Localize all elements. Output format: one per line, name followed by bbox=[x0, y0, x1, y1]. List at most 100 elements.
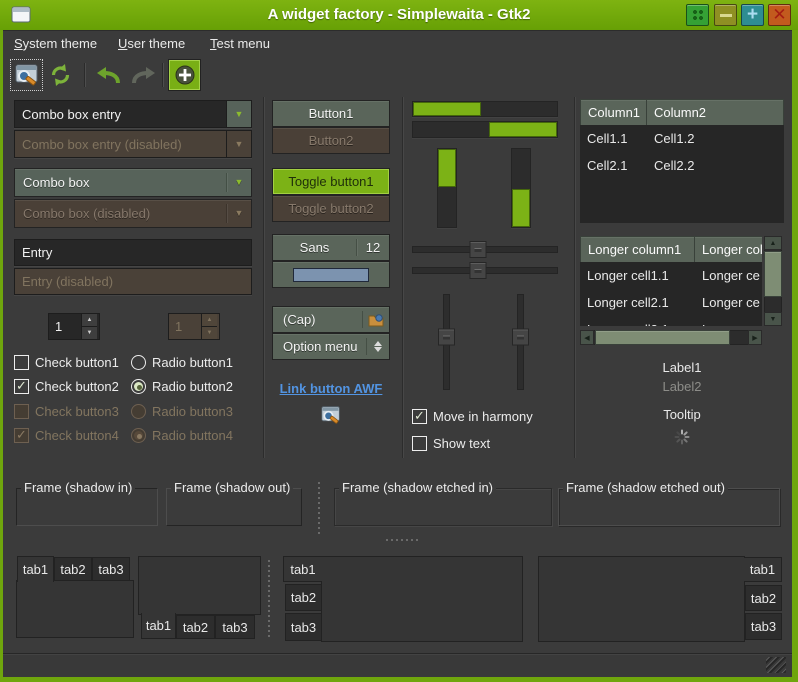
table-row[interactable]: Cell2.1 Cell2.2 bbox=[580, 152, 784, 179]
spin-down-button: ▼ bbox=[202, 326, 217, 339]
tab-bottom-2[interactable]: tab2 bbox=[176, 615, 215, 639]
combo-box-disabled: Combo box (disabled) ▼ bbox=[14, 199, 252, 228]
combo-box-entry[interactable]: ▼ bbox=[14, 100, 252, 128]
resize-grip[interactable] bbox=[766, 657, 786, 673]
statusbar bbox=[3, 653, 792, 677]
tab-right-2[interactable]: tab2 bbox=[745, 585, 782, 611]
widget-factory-toolbar-button[interactable] bbox=[10, 59, 43, 91]
tree2-header: Longer column1 Longer col bbox=[580, 236, 762, 263]
entry[interactable] bbox=[14, 239, 252, 266]
column-separator bbox=[263, 97, 264, 458]
radio-icon bbox=[131, 355, 146, 370]
radio-checked-icon bbox=[131, 379, 146, 394]
tab-bottom-3[interactable]: tab3 bbox=[215, 615, 255, 639]
option-menu[interactable]: Option menu bbox=[272, 333, 390, 360]
titlebar[interactable]: A widget factory - Simplewaita - Gtk2 + … bbox=[0, 0, 798, 30]
vertical-progress-bar-2 bbox=[511, 148, 531, 228]
vscale-2[interactable] bbox=[512, 294, 529, 390]
radio-button-3-disabled: Radio button3 bbox=[131, 403, 233, 420]
show-text-check[interactable]: Show text bbox=[412, 435, 490, 452]
tab-top-3[interactable]: tab3 bbox=[92, 557, 130, 581]
vertical-scrollbar-thumb[interactable] bbox=[764, 251, 782, 297]
cap-button[interactable]: (Cap) bbox=[272, 306, 390, 333]
table-row[interactable]: Longer cell2.1 Longer ce bbox=[580, 289, 762, 316]
maximize-button[interactable]: + bbox=[741, 4, 764, 26]
color-swatch bbox=[293, 268, 369, 282]
widget-factory-small-icon[interactable] bbox=[320, 405, 342, 428]
scroll-right-button[interactable]: ▶ bbox=[748, 330, 762, 345]
toggle-button1[interactable]: Toggle button1 bbox=[272, 168, 390, 195]
tree1-column1-header[interactable]: Column1 bbox=[580, 99, 647, 126]
combo-box-entry-disabled: ▼ bbox=[14, 130, 252, 158]
tab-right-3[interactable]: tab3 bbox=[745, 613, 782, 640]
horizontal-scrollbar-thumb[interactable] bbox=[595, 330, 730, 345]
column-separator bbox=[402, 97, 403, 458]
combo-box-entry-dropdown-button[interactable]: ▼ bbox=[226, 101, 251, 127]
scroll-left-icon: ◀ bbox=[584, 334, 589, 342]
spin-down-button[interactable]: ▼ bbox=[82, 326, 97, 339]
tab-right-1[interactable]: tab1 bbox=[744, 557, 782, 582]
check-button-1[interactable]: Check button1 bbox=[14, 354, 119, 371]
tree1-body[interactable]: Cell1.1 Cell1.2 Cell2.1 Cell2.2 bbox=[580, 125, 784, 223]
combo-box-entry-disabled-dropdown-button: ▼ bbox=[226, 131, 251, 157]
combo-box-entry-input[interactable] bbox=[15, 101, 226, 127]
check-button-2[interactable]: ✓Check button2 bbox=[14, 378, 119, 395]
tab-bottom-1[interactable]: tab1 bbox=[141, 613, 176, 639]
menu-system-theme[interactable]: System theme bbox=[8, 31, 103, 58]
progress-bar-2-rtl bbox=[412, 121, 558, 138]
radio-button-2[interactable]: Radio button2 bbox=[131, 378, 233, 395]
table-row[interactable]: Cell1.1 Cell1.2 bbox=[580, 125, 784, 152]
close-button[interactable]: ✕ bbox=[768, 4, 791, 26]
window-menu-button[interactable] bbox=[686, 4, 709, 26]
toolbar-separator bbox=[84, 63, 85, 87]
tab-top-2[interactable]: tab2 bbox=[54, 557, 92, 581]
vscale-1[interactable] bbox=[438, 294, 455, 390]
tree2-column2-header[interactable]: Longer col bbox=[695, 236, 762, 263]
color-button[interactable] bbox=[272, 261, 390, 288]
progress-fill bbox=[512, 189, 530, 227]
refresh-toolbar-button[interactable] bbox=[44, 59, 77, 91]
move-in-harmony-check[interactable]: ✓ Move in harmony bbox=[412, 408, 533, 425]
tab-left-2[interactable]: tab2 bbox=[285, 584, 322, 611]
hscale-1[interactable] bbox=[412, 241, 558, 258]
font-button[interactable]: Sans 12 bbox=[272, 234, 390, 261]
scale-handle[interactable] bbox=[469, 241, 486, 258]
scale-handle[interactable] bbox=[438, 329, 455, 346]
tab-left-1[interactable]: tab1 bbox=[283, 556, 322, 582]
scroll-up-button[interactable]: ▲ bbox=[764, 236, 782, 250]
spin-input[interactable] bbox=[49, 314, 81, 339]
button1[interactable]: Button1 bbox=[272, 100, 390, 127]
add-toolbar-button[interactable] bbox=[168, 59, 201, 91]
window-title: A widget factory - Simplewaita - Gtk2 bbox=[0, 0, 798, 30]
spin-up-button[interactable]: ▲ bbox=[82, 314, 97, 326]
tab-top-1[interactable]: tab1 bbox=[17, 556, 54, 582]
refresh-icon bbox=[48, 63, 73, 87]
hscale-2[interactable] bbox=[412, 262, 558, 279]
notebook-right-panel bbox=[538, 556, 745, 642]
undo-toolbar-button[interactable] bbox=[92, 59, 125, 91]
menu-user-theme[interactable]: User theme bbox=[112, 31, 191, 58]
scroll-left-button[interactable]: ◀ bbox=[580, 330, 594, 345]
minimize-button[interactable] bbox=[714, 4, 737, 26]
scale-handle[interactable] bbox=[512, 329, 529, 346]
combo-box[interactable]: Combo box ▼ bbox=[14, 168, 252, 197]
menu-test-menu[interactable]: Test menu bbox=[204, 31, 276, 58]
tree2-column1-header[interactable]: Longer column1 bbox=[580, 236, 695, 263]
table-row[interactable]: Longer cell1.1 Longer ce bbox=[580, 262, 762, 289]
spin-button[interactable]: ▲ ▼ bbox=[48, 313, 100, 340]
spin-disabled-input bbox=[169, 314, 201, 339]
checkbox-checked-icon: ✓ bbox=[412, 409, 427, 424]
chevron-down-icon: ▼ bbox=[235, 140, 244, 149]
spin-button-disabled: ▲ ▼ bbox=[168, 313, 220, 340]
scale-handle[interactable] bbox=[469, 262, 486, 279]
tree1-column2-header[interactable]: Column2 bbox=[647, 99, 784, 126]
redo-toolbar-button bbox=[126, 59, 159, 91]
table-row[interactable]: Longer cell3.1 Longer ce bbox=[580, 316, 762, 326]
tab-left-3[interactable]: tab3 bbox=[285, 613, 322, 641]
scroll-down-button[interactable]: ▼ bbox=[764, 312, 782, 326]
font-size: 12 bbox=[357, 240, 389, 255]
tree2-body[interactable]: Longer cell1.1 Longer ce Longer cell2.1 … bbox=[580, 262, 762, 326]
link-button[interactable]: Link button AWF bbox=[272, 381, 390, 396]
radio-button-1[interactable]: Radio button1 bbox=[131, 354, 233, 371]
entry-input[interactable] bbox=[15, 240, 251, 265]
